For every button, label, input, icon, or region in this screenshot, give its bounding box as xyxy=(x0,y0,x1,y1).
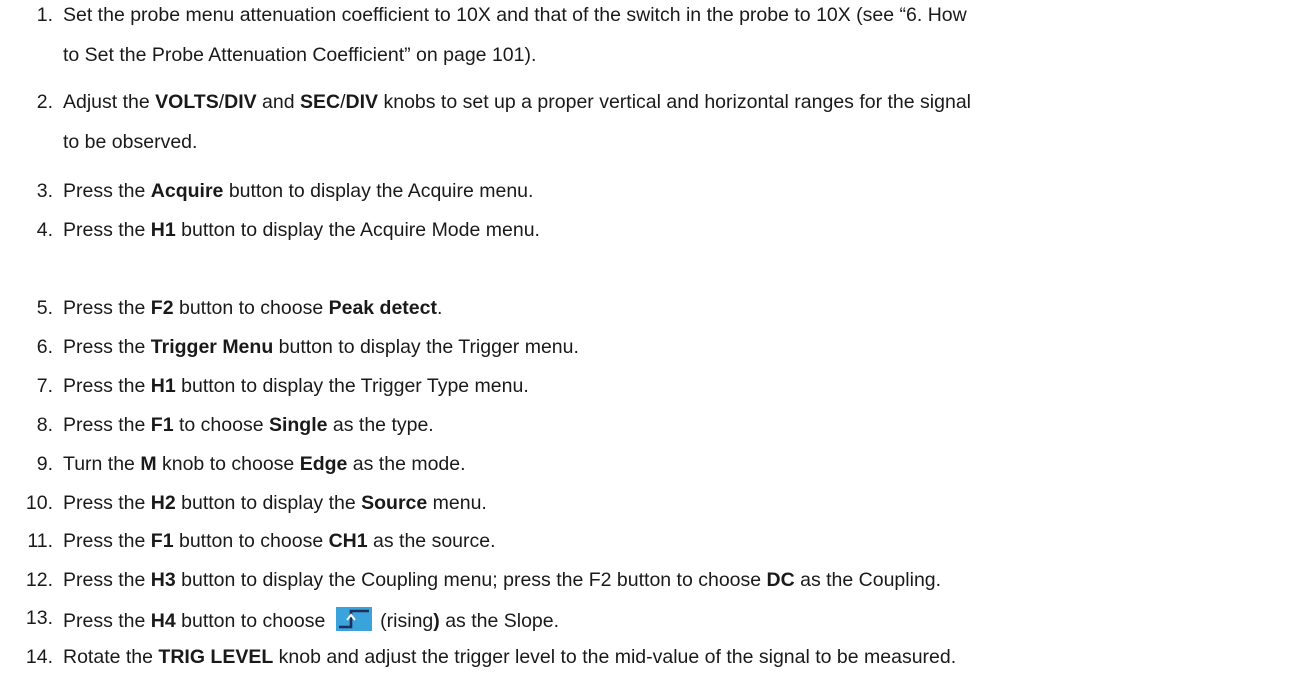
step-text-line: Press the H4 button to choose (rising) a… xyxy=(63,607,559,637)
step-number: 6. xyxy=(36,336,53,358)
step-number: 8. xyxy=(36,414,53,436)
text-run: as the type. xyxy=(327,414,434,436)
bold-term: H1 xyxy=(150,375,176,397)
text-run: Turn the xyxy=(63,453,141,475)
step-text-line: Press the H3 button to display the Coupl… xyxy=(63,569,941,592)
text-run: Press the xyxy=(63,375,151,397)
text-run: to Set the Probe Attenuation Coefficient… xyxy=(63,44,537,66)
bold-term: Acquire xyxy=(150,180,224,202)
step-number: 4. xyxy=(36,219,53,241)
text-run: Press the xyxy=(63,530,151,552)
text-run: Press the xyxy=(63,180,151,202)
bold-term: CH1 xyxy=(328,530,368,552)
text-run: as the source. xyxy=(367,530,496,552)
bold-term: F1 xyxy=(150,530,174,552)
text-run: Press the xyxy=(63,336,151,358)
text-run: and xyxy=(256,91,301,113)
step-text-line: Press the Trigger Menu button to display… xyxy=(63,336,579,359)
text-run: button to display the Acquire Mode menu. xyxy=(175,219,540,241)
step-text-line: Adjust the VOLTS/DIV and SEC/DIV knobs t… xyxy=(63,91,971,114)
text-run: Press the xyxy=(63,492,151,514)
text-run: button to display the xyxy=(175,492,362,514)
text-run: Press the xyxy=(63,297,151,319)
text-run: Adjust the xyxy=(63,91,156,113)
text-run: as the Coupling. xyxy=(794,569,942,591)
step-number: 5. xyxy=(36,297,53,319)
bold-term: DIV xyxy=(345,91,379,113)
text-run: . xyxy=(437,297,443,319)
step-text-line: Press the Acquire button to display the … xyxy=(63,180,533,203)
step-text-line: Press the F1 to choose Single as the typ… xyxy=(63,414,434,437)
text-run: knobs to set up a proper vertical and ho… xyxy=(378,91,971,113)
text-run: to choose xyxy=(173,414,269,436)
bold-term: Source xyxy=(361,492,428,514)
text-run: Press the xyxy=(63,610,151,632)
text-run: button to choose xyxy=(175,610,331,632)
step-number: 2. xyxy=(36,91,53,113)
bold-term: VOLTS xyxy=(155,91,219,113)
text-run: Press the xyxy=(63,414,151,436)
bold-term: SEC xyxy=(300,91,341,113)
step-number: 13. xyxy=(25,607,53,629)
step-number: 1. xyxy=(36,4,53,26)
bold-term: F2 xyxy=(150,297,174,319)
text-run: knob and adjust the trigger level to the… xyxy=(273,646,957,668)
bold-term: F1 xyxy=(150,414,174,436)
step-number: 11. xyxy=(27,530,53,552)
step-number: 12. xyxy=(25,569,53,591)
text-run: Press the xyxy=(63,219,151,241)
text-run: Rotate the xyxy=(63,646,159,668)
text-run: as the Slope. xyxy=(439,610,560,632)
bold-term: H3 xyxy=(150,569,176,591)
step-text-line: to Set the Probe Attenuation Coefficient… xyxy=(63,44,536,67)
step-text-line: to be observed. xyxy=(63,131,197,154)
text-run: knob to choose xyxy=(156,453,300,475)
bold-term: H4 xyxy=(150,610,176,632)
bold-term: DC xyxy=(766,569,795,591)
text-run: menu. xyxy=(427,492,487,514)
step-text-line: Press the H1 button to display the Trigg… xyxy=(63,375,529,398)
text-run: button to display the Coupling menu; pre… xyxy=(175,569,767,591)
bold-term: TRIG LEVEL xyxy=(158,646,274,668)
text-run: button to choose xyxy=(173,530,329,552)
bold-term: M xyxy=(140,453,157,475)
text-run: (rising xyxy=(374,610,434,632)
step-text-line: Press the F1 button to choose CH1 as the… xyxy=(63,530,496,553)
step-text-line: Set the probe menu attenuation coefficie… xyxy=(63,4,967,27)
bold-term: Trigger Menu xyxy=(150,336,274,358)
text-run: as the mode. xyxy=(347,453,466,475)
step-text-line: Press the H2 button to display the Sourc… xyxy=(63,492,487,515)
instruction-document: 1. Set the probe menu attenuation coeffic… xyxy=(0,0,1315,698)
step-number: 3. xyxy=(36,180,53,202)
step-text-line: Press the F2 button to choose Peak detec… xyxy=(63,297,442,320)
rising-edge-icon xyxy=(335,607,372,637)
text-run: Set the probe menu attenuation coefficie… xyxy=(63,4,967,26)
text-run: button to choose xyxy=(173,297,329,319)
step-number: 10. xyxy=(25,492,53,514)
bold-term: H2 xyxy=(150,492,176,514)
text-run: Press the xyxy=(63,569,151,591)
step-number: 9. xyxy=(36,453,53,475)
step-text-line: Turn the M knob to choose Edge as the mo… xyxy=(63,453,466,476)
step-text-line: Press the H1 button to display the Acqui… xyxy=(63,219,540,242)
text-run: button to display the Trigger menu. xyxy=(273,336,579,358)
bold-term: Single xyxy=(268,414,328,436)
step-number: 14. xyxy=(25,646,53,668)
text-run: button to display the Acquire menu. xyxy=(223,180,534,202)
step-text-line: Rotate the TRIG LEVEL knob and adjust th… xyxy=(63,646,956,669)
text-run: button to display the Trigger Type menu. xyxy=(175,375,529,397)
bold-term: H1 xyxy=(150,219,176,241)
bold-term: Peak detect xyxy=(328,297,437,319)
bold-term: DIV xyxy=(224,91,257,113)
step-number: 7. xyxy=(36,375,53,397)
text-run: to be observed. xyxy=(63,131,198,153)
bold-term: Edge xyxy=(299,453,348,475)
